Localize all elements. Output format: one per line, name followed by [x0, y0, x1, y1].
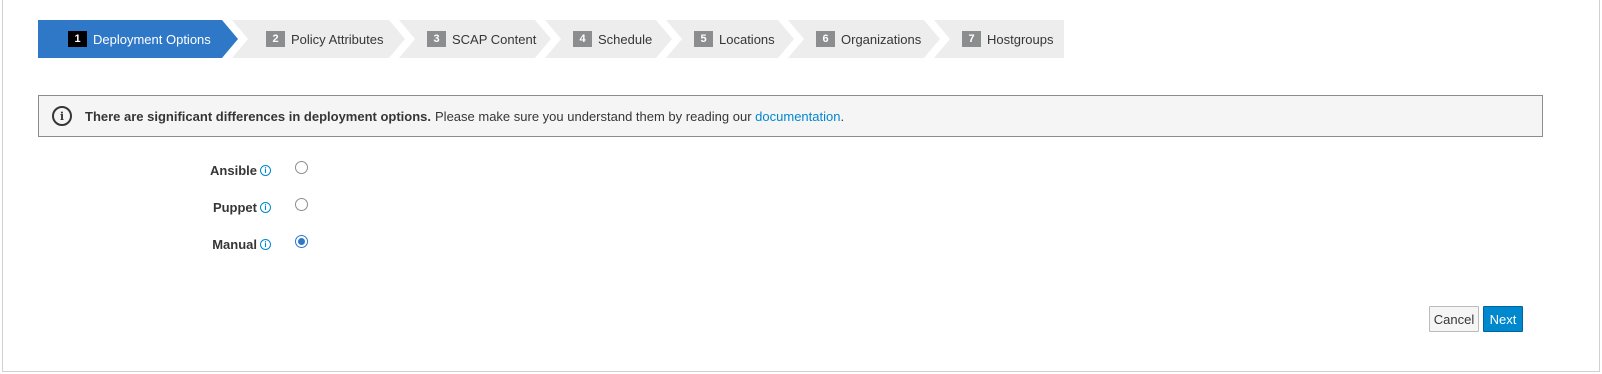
wizard-step-deployment-options[interactable]: 1 Deployment Options: [38, 20, 238, 58]
step-label: Policy Attributes: [291, 31, 384, 47]
option-label-wrap: Ansible i: [0, 163, 271, 178]
help-icon[interactable]: i: [260, 202, 271, 213]
wizard-step-schedule[interactable]: 4 Schedule: [545, 20, 672, 58]
option-label: Manual: [212, 237, 257, 252]
step-number: 1: [68, 31, 87, 47]
step-number: 6: [816, 31, 835, 47]
alert-period: .: [840, 108, 845, 124]
wizard-step-policy-attributes[interactable]: 2 Policy Attributes: [232, 20, 405, 58]
puppet-radio[interactable]: [295, 198, 308, 211]
help-icon[interactable]: i: [260, 165, 271, 176]
deployment-info-alert: i There are significant differences in d…: [38, 95, 1543, 137]
step-number: 3: [427, 31, 446, 47]
wizard-step-organizations[interactable]: 6 Organizations: [788, 20, 940, 58]
option-label-wrap: Puppet i: [0, 200, 271, 215]
step-number: 4: [573, 31, 592, 47]
alert-text: Please make sure you understand them by …: [435, 108, 752, 124]
step-label: Hostgroups: [987, 31, 1054, 47]
wizard-steps: 1 Deployment Options 2 Policy Attributes…: [38, 20, 1064, 58]
option-row-ansible: Ansible i: [0, 161, 400, 181]
option-label-wrap: Manual i: [0, 237, 271, 252]
documentation-link[interactable]: documentation: [755, 109, 840, 124]
option-row-manual: Manual i: [0, 235, 400, 255]
step-label: Deployment Options: [93, 31, 211, 47]
ansible-radio[interactable]: [295, 161, 308, 174]
step-label: Locations: [719, 31, 775, 47]
help-icon[interactable]: i: [260, 239, 271, 250]
step-label: Schedule: [598, 31, 653, 47]
step-label: SCAP Content: [452, 31, 537, 47]
alert-strong-text: There are significant differences in dep…: [85, 108, 432, 124]
manual-radio[interactable]: [295, 235, 308, 248]
wizard-step-locations[interactable]: 5 Locations: [666, 20, 794, 58]
wizard-step-scap-content[interactable]: 3 SCAP Content: [399, 20, 551, 58]
option-label: Puppet: [212, 200, 257, 215]
step-number: 2: [266, 31, 285, 47]
step-number: 7: [962, 31, 981, 47]
option-row-puppet: Puppet i: [0, 198, 400, 218]
step-number: 5: [694, 31, 713, 47]
step-label: Organizations: [841, 31, 922, 47]
info-icon: i: [52, 106, 72, 126]
cancel-button[interactable]: Cancel: [1429, 306, 1479, 332]
wizard-step-hostgroups[interactable]: 7 Hostgroups: [934, 20, 1064, 58]
option-label: Ansible: [210, 163, 257, 178]
next-button[interactable]: Next: [1483, 306, 1523, 332]
